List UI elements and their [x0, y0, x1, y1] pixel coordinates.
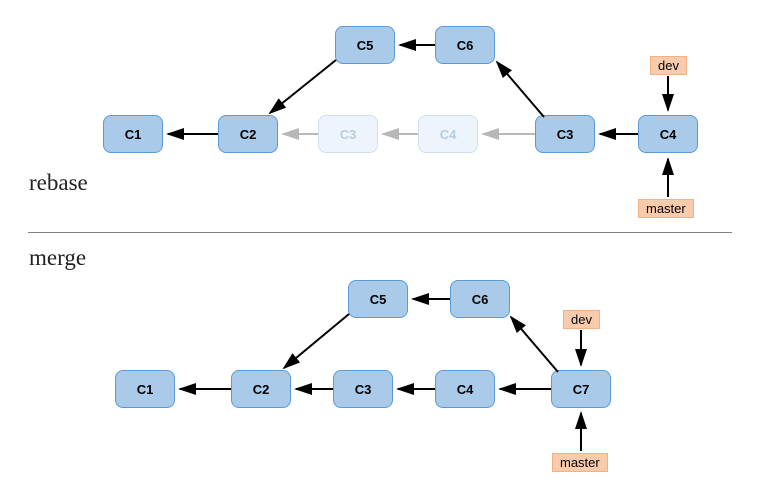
commit-node-ghost: C3	[318, 115, 378, 153]
branch-label-master: master	[552, 453, 608, 472]
commit-node: C6	[450, 280, 510, 318]
section-label-rebase: rebase	[29, 170, 88, 196]
arrow-layer	[0, 0, 760, 500]
commit-node: C2	[231, 370, 291, 408]
commit-node: C3	[535, 115, 595, 153]
commit-node-ghost: C4	[418, 115, 478, 153]
commit-node: C4	[435, 370, 495, 408]
branch-label-master: master	[638, 199, 694, 218]
divider	[28, 232, 732, 233]
git-diagram: C5 C6 C1 C2 C3 C4 C3 C4 dev master rebas…	[0, 0, 760, 500]
commit-node: C2	[218, 115, 278, 153]
branch-label-dev: dev	[650, 56, 687, 75]
branch-label-dev: dev	[563, 310, 600, 329]
commit-node: C7	[551, 370, 611, 408]
commit-node: C3	[333, 370, 393, 408]
commit-node: C1	[103, 115, 163, 153]
commit-node: C5	[335, 26, 395, 64]
commit-node: C6	[435, 26, 495, 64]
commit-node: C1	[115, 370, 175, 408]
commit-node: C4	[638, 115, 698, 153]
commit-node: C5	[348, 280, 408, 318]
section-label-merge: merge	[29, 245, 86, 271]
